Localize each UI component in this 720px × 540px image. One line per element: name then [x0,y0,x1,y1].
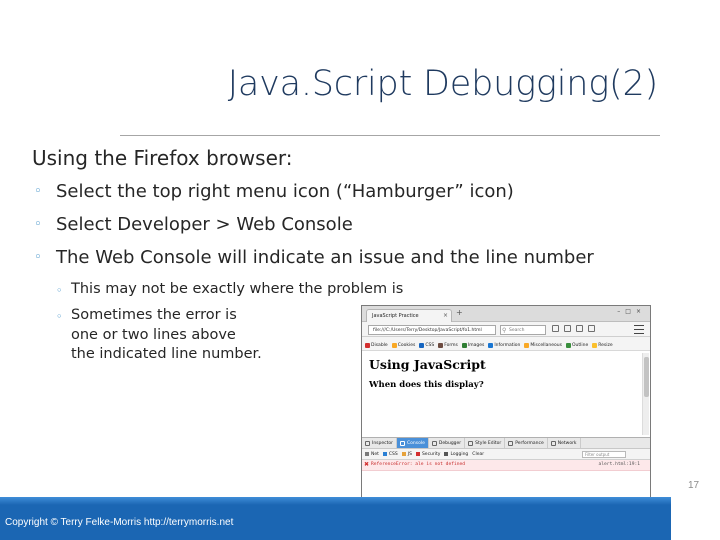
browser-nav-bar: file:///C:/Users/Terry/Desktop/JavaScrip… [362,322,650,337]
page-subheading: When does this display? [369,380,484,390]
downloads-icon[interactable] [576,325,583,332]
bookmark-item[interactable]: Forms [438,340,458,350]
bookmark-item[interactable]: Disable [365,340,388,350]
filter-net[interactable]: Net [365,452,379,457]
page-heading: Using JavaScript [369,357,486,372]
devtools-tab-bar: Inspector Console Debugger Style Editor … [362,437,650,449]
toolbar-icons [552,325,595,332]
filter-logging[interactable]: Logging [444,452,468,457]
url-bar[interactable]: file:///C:/Users/Terry/Desktop/JavaScrip… [368,325,496,335]
style-editor-icon [468,440,474,446]
bullet-marker-icon: ◦ [34,217,42,232]
logging-icon [444,452,449,456]
bullet-main: Using the Firefox browser: [32,146,293,170]
css-icon [382,452,387,456]
filter-security[interactable]: Security [415,452,440,457]
clear-button[interactable]: Clear [472,452,484,457]
bookmark-icon [565,342,571,348]
bookmark-item[interactable]: Images [461,340,484,350]
window-controls-icon[interactable]: –□× [617,308,646,315]
devtools-tab-style-editor[interactable]: Style Editor [465,438,506,448]
console-filter-bar: Net CSS JS Security Logging Clear Filter… [362,449,650,460]
error-message: ReferenceError: ale is not defined [371,462,466,467]
bookmark-icon [391,342,397,348]
bookmarks-toolbar: Disable Cookies CSS Forms Images Informa… [362,337,650,351]
web-page-content: Using JavaScript When does this display? [362,351,650,437]
reading-list-icon[interactable] [564,325,571,332]
devtools-tab-console[interactable]: Console [397,438,429,448]
devtools-tab-inspector[interactable]: Inspector [362,438,397,448]
net-icon [365,452,369,456]
sub-bullet: ◦ The Web Console will indicate an issue… [34,247,692,268]
bookmark-icon [461,342,467,348]
bookmark-item[interactable]: CSS [419,340,434,350]
network-icon [550,440,556,446]
console-icon [400,440,405,446]
slide-title: Java.Script Debugging(2) [227,64,658,104]
firefox-screenshot: JavaScript Practice × + –□× file:///C:/U… [361,305,651,512]
filter-output-input[interactable]: Filter output [582,451,626,458]
filter-css[interactable]: CSS [382,452,398,457]
console-error-row: ✖ ReferenceError: ale is not defined ale… [362,460,650,471]
inspector-icon [365,440,370,446]
sub-bullet-text: The Web Console will indicate an issue a… [56,247,594,268]
filter-js[interactable]: JS [401,452,412,457]
devtools-tab-debugger[interactable]: Debugger [429,438,466,448]
bookmark-icon [438,342,444,348]
sub-sub-bullet: ◦ This may not be exactly where the prob… [56,280,692,300]
security-icon [415,452,420,456]
bookmark-item[interactable]: Resize [592,340,613,350]
bullet-marker-icon: ◦ [56,310,63,323]
sub-bullet-text: Select Developer > Web Console [56,214,353,235]
page-scrollbar[interactable] [642,353,649,435]
bookmark-icon [592,342,598,348]
close-tab-icon[interactable]: × [443,310,448,322]
sub-bullet-text: Select the top right menu icon (“Hamburg… [56,181,514,202]
bookmark-icon [524,342,530,348]
browser-tab-title: JavaScript Practice [372,313,419,319]
browser-search-box[interactable]: Search [500,325,546,335]
bookmark-star-icon[interactable] [552,325,559,332]
slide-number: 17 [688,480,700,491]
browser-tab-bar: JavaScript Practice × + –□× [362,306,650,322]
error-location-link[interactable]: alert.html:19:1 [599,460,641,470]
bookmark-icon [419,342,425,348]
bullet-marker-icon: ◦ [34,250,42,265]
home-icon[interactable] [588,325,595,332]
devtools-tab-network[interactable]: Network [548,438,581,448]
sub-sub-bullet-text: Sometimes the error is [71,307,237,323]
sub-sub-bullet-text: This may not be exactly where the proble… [71,281,404,297]
bookmark-item[interactable]: Outline [565,340,588,350]
bookmark-icon [365,342,370,348]
performance-icon [508,440,514,446]
sub-bullet: ◦ Select Developer > Web Console [34,214,692,235]
new-tab-icon[interactable]: + [456,308,463,317]
bookmark-item[interactable]: Cookies [391,340,415,350]
hamburger-menu-icon[interactable] [634,325,644,334]
bullet-marker-icon: ◦ [56,284,63,297]
js-icon [401,452,406,456]
title-divider [120,135,660,136]
error-icon: ✖ [364,461,370,468]
scrollbar-thumb[interactable] [644,357,649,397]
console-output-area [362,471,650,500]
footer-copyright: Copyright © Terry Felke-Morris http://te… [5,517,234,528]
bookmark-icon [488,342,494,348]
footer-corner [671,497,720,540]
sub-bullet: ◦ Select the top right menu icon (“Hambu… [34,181,692,202]
bullet-marker-icon: ◦ [34,184,42,199]
devtools-tab-performance[interactable]: Performance [505,438,548,448]
bookmark-item[interactable]: Information [488,340,520,350]
debugger-icon [431,440,437,446]
browser-tab[interactable]: JavaScript Practice × [366,309,452,322]
bookmark-item[interactable]: Miscellaneous [524,340,562,350]
